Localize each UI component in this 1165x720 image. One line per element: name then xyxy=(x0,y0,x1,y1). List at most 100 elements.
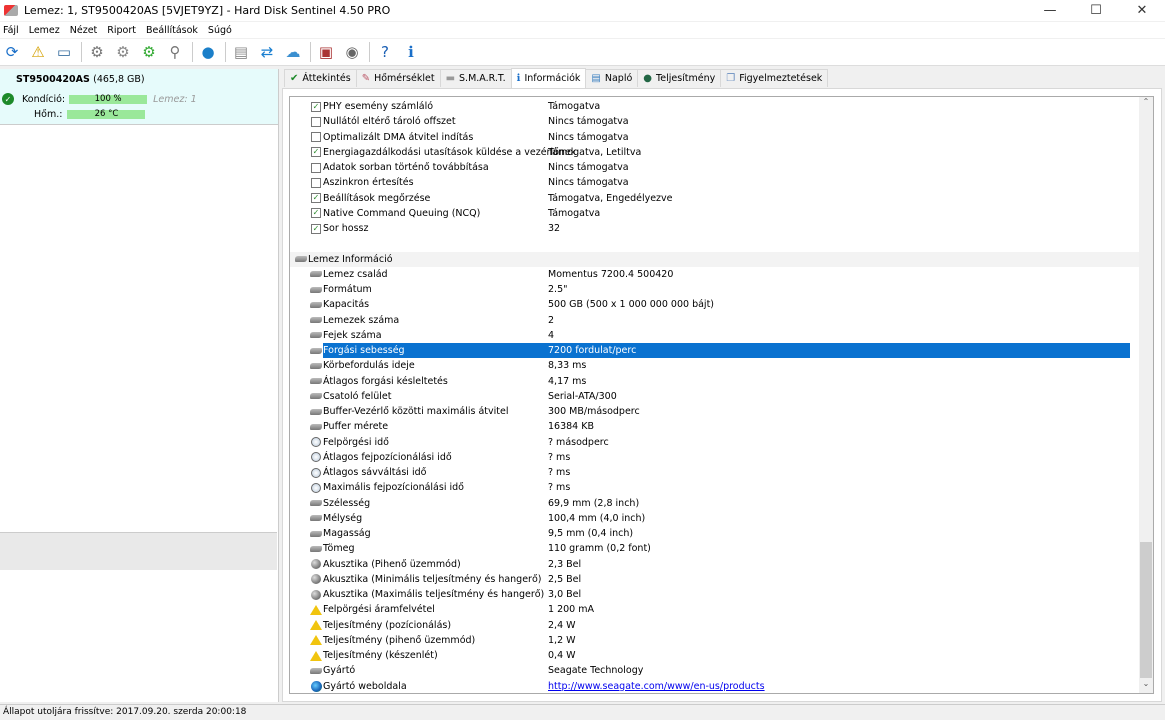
checkbox[interactable] xyxy=(310,177,322,188)
list-item[interactable]: ✓ PHY esemény számláló Támogatva xyxy=(290,99,1140,114)
item-value: http://www.seagate.com/www/en-us/product… xyxy=(548,681,765,692)
list-item[interactable]: Aszinkron értesítés Nincs támogatva xyxy=(290,175,1140,190)
list-item[interactable]: Átlagos fejpozícionálási idő ? ms xyxy=(290,450,1140,465)
menu-help[interactable]: Súgó xyxy=(208,25,232,36)
disk-image-icon[interactable]: ▭ xyxy=(53,41,75,63)
report-icon[interactable]: ▤ xyxy=(230,41,252,63)
list-item[interactable]: Felpörgési áramfelvétel 1 200 mA xyxy=(290,602,1140,617)
info-icon[interactable]: ℹ xyxy=(400,41,422,63)
menu-report[interactable]: Riport xyxy=(107,25,136,36)
item-label: Akusztika (Maximális teljesítmény és han… xyxy=(323,589,545,601)
disk-surface-icon[interactable]: ⚙ xyxy=(112,41,134,63)
list-item[interactable]: Tömeg 110 gramm (0,2 font) xyxy=(290,541,1140,556)
checkbox[interactable]: ✓ xyxy=(310,223,322,234)
list-item[interactable]: Körbefordulás ideje 8,33 ms xyxy=(290,358,1140,373)
temperature-bar: 26 °C xyxy=(67,110,146,119)
list-item[interactable]: Formátum 2.5" xyxy=(290,282,1140,297)
checkbox[interactable]: ✓ xyxy=(310,208,322,219)
list-item[interactable]: Maximális fejpozícionálási idő ? ms xyxy=(290,480,1140,495)
list-item[interactable]: Csatoló felület Serial-ATA/300 xyxy=(290,389,1140,404)
manufacturer-link[interactable]: http://www.seagate.com/www/en-us/product… xyxy=(548,681,765,692)
list-item[interactable]: Akusztika (Minimális teljesítmény és han… xyxy=(290,572,1140,587)
speaker-icon[interactable]: ◉ xyxy=(341,41,363,63)
monitor-icon[interactable]: ▣ xyxy=(315,41,337,63)
list-item[interactable]: Átlagos sávváltási idő ? ms xyxy=(290,465,1140,480)
list-item[interactable]: Gyártó Seagate Technology xyxy=(290,663,1140,678)
checkbox[interactable] xyxy=(310,116,322,127)
tab-6[interactable]: ❐ Figyelmeztetések xyxy=(720,69,829,87)
cloud-icon[interactable]: ☁ xyxy=(282,41,304,63)
list-item[interactable]: Teljesítmény (pozícionálás) 2,4 W xyxy=(290,618,1140,633)
disk-test-icon[interactable]: ⚙ xyxy=(86,41,108,63)
list-item[interactable]: Nullától eltérő tároló offszet Nincs támo… xyxy=(290,114,1140,129)
item-value: 16384 KB xyxy=(548,421,594,433)
warning-icon-glyph xyxy=(310,620,322,631)
list-item[interactable]: Szélesség 69,9 mm (2,8 inch) xyxy=(290,496,1140,511)
sync-icon[interactable]: ⇄ xyxy=(256,41,278,63)
refresh-icon[interactable]: ⟳ xyxy=(1,41,23,63)
tab-0[interactable]: ✔ Áttekintés xyxy=(284,69,357,87)
item-value: 32 xyxy=(548,223,561,235)
list-item[interactable]: Átlagos forgási késleltetés 4,17 ms xyxy=(290,374,1140,389)
list-item[interactable]: Buffer-Vezérlő közötti maximális átvitel… xyxy=(290,404,1140,419)
menu-view[interactable]: Nézet xyxy=(70,25,98,36)
list-item[interactable]: Teljesítmény (készenlét) 0,4 W xyxy=(290,648,1140,663)
alert-icon[interactable]: ⚠ xyxy=(27,41,49,63)
minimize-button[interactable]: — xyxy=(1027,0,1073,21)
checkbox[interactable] xyxy=(310,132,322,143)
item-value: 69,9 mm (2,8 inch) xyxy=(548,497,640,509)
list-item[interactable]: Optimalizált DMA átvitel indítás Nincs tá… xyxy=(290,130,1140,145)
hard-disk-icon-glyph xyxy=(310,545,322,552)
close-button[interactable]: ✕ xyxy=(1119,0,1165,21)
list-item[interactable]: Magasság 9,5 mm (0,4 inch) xyxy=(290,526,1140,541)
list-item[interactable]: Kapacitás 500 GB (500 x 1 000 000 000 báj… xyxy=(290,297,1140,312)
list-item[interactable]: Forgási sebesség 7200 fordulat/perc xyxy=(290,343,1140,359)
section-header[interactable]: Lemez Információ xyxy=(290,251,1140,267)
tab-1[interactable]: ✎ Hőmérséklet xyxy=(355,69,441,87)
list-item[interactable]: Akusztika (Maximális teljesítmény és han… xyxy=(290,587,1140,602)
speaker-icon xyxy=(310,559,322,570)
list-item[interactable]: Mélység 100,4 mm (4,0 inch) xyxy=(290,511,1140,526)
checkbox[interactable]: ✓ xyxy=(310,101,322,112)
list-item[interactable]: ✓ Native Command Queuing (NCQ) Támogatva xyxy=(290,206,1140,221)
checkbox[interactable]: ✓ xyxy=(310,193,322,204)
tab-5[interactable]: ● Teljesítmény xyxy=(637,69,722,87)
list-item[interactable]: Felpörgési idő ? másodperc xyxy=(290,435,1140,450)
menu-file[interactable]: Fájl xyxy=(3,25,19,36)
list-item[interactable]: Puffer mérete 16384 KB xyxy=(290,419,1140,434)
item-label: Mélység xyxy=(323,512,363,524)
list-item[interactable]: Akusztika (Pihenő üzemmód) 2,3 Bel xyxy=(290,557,1140,572)
vertical-scrollbar[interactable]: ⌃ ⌄ xyxy=(1139,97,1153,693)
list-item[interactable]: Gyártó weboldala http://www.seagate.com/w… xyxy=(290,679,1140,694)
list-item[interactable]: ✓ Energiagazdálkodási utasítások küldése … xyxy=(290,145,1140,160)
list-item[interactable]: Lemez család Momentus 7200.4 500420 xyxy=(290,267,1140,282)
warning-icon xyxy=(310,604,322,615)
scroll-up-icon[interactable]: ⌃ xyxy=(1139,97,1153,111)
disk-ok-icon[interactable]: ⚙ xyxy=(138,41,160,63)
item-value: 300 MB/másodperc xyxy=(548,406,640,418)
list-item[interactable]: ✓ Sor hossz 32 xyxy=(290,221,1140,236)
menu-settings[interactable]: Beállítások xyxy=(146,25,198,36)
network-disk-icon[interactable]: ● xyxy=(197,41,219,63)
checkbox[interactable] xyxy=(310,162,322,173)
speaker-icon xyxy=(310,574,322,585)
help-icon[interactable]: ? xyxy=(374,41,396,63)
checkbox[interactable]: ✓ xyxy=(310,147,322,158)
disk-search-icon[interactable]: ⚲ xyxy=(164,41,186,63)
scrollbar-thumb[interactable] xyxy=(1140,542,1152,678)
tab-4[interactable]: ▤ Napló xyxy=(585,69,639,87)
list-item[interactable]: Fejek száma 4 xyxy=(290,328,1140,343)
disk-item[interactable]: ST9500420AS (465,8 GB) ✓ Kondíció: 100 %… xyxy=(0,69,278,125)
list-item[interactable]: ✓ Beállítások megőrzése Támogatva, Engedél… xyxy=(290,191,1140,206)
list-item[interactable]: Lemezek száma 2 xyxy=(290,313,1140,328)
hard-disk-icon-glyph xyxy=(310,301,322,308)
scroll-down-icon[interactable]: ⌄ xyxy=(1139,679,1153,693)
list-item[interactable]: Adatok sorban történő továbbítása Nincs t… xyxy=(290,160,1140,175)
condition-label: Kondíció: xyxy=(22,93,66,105)
maximize-button[interactable]: ☐ xyxy=(1073,0,1119,21)
list-item[interactable]: Teljesítmény (pihenő üzemmód) 1,2 W xyxy=(290,633,1140,648)
menu-disk[interactable]: Lemez xyxy=(29,25,60,36)
tab-3[interactable]: ℹ Információk xyxy=(510,68,587,88)
speaker-icon-glyph xyxy=(311,559,321,570)
tab-2[interactable]: ▬ S.M.A.R.T. xyxy=(439,69,512,87)
